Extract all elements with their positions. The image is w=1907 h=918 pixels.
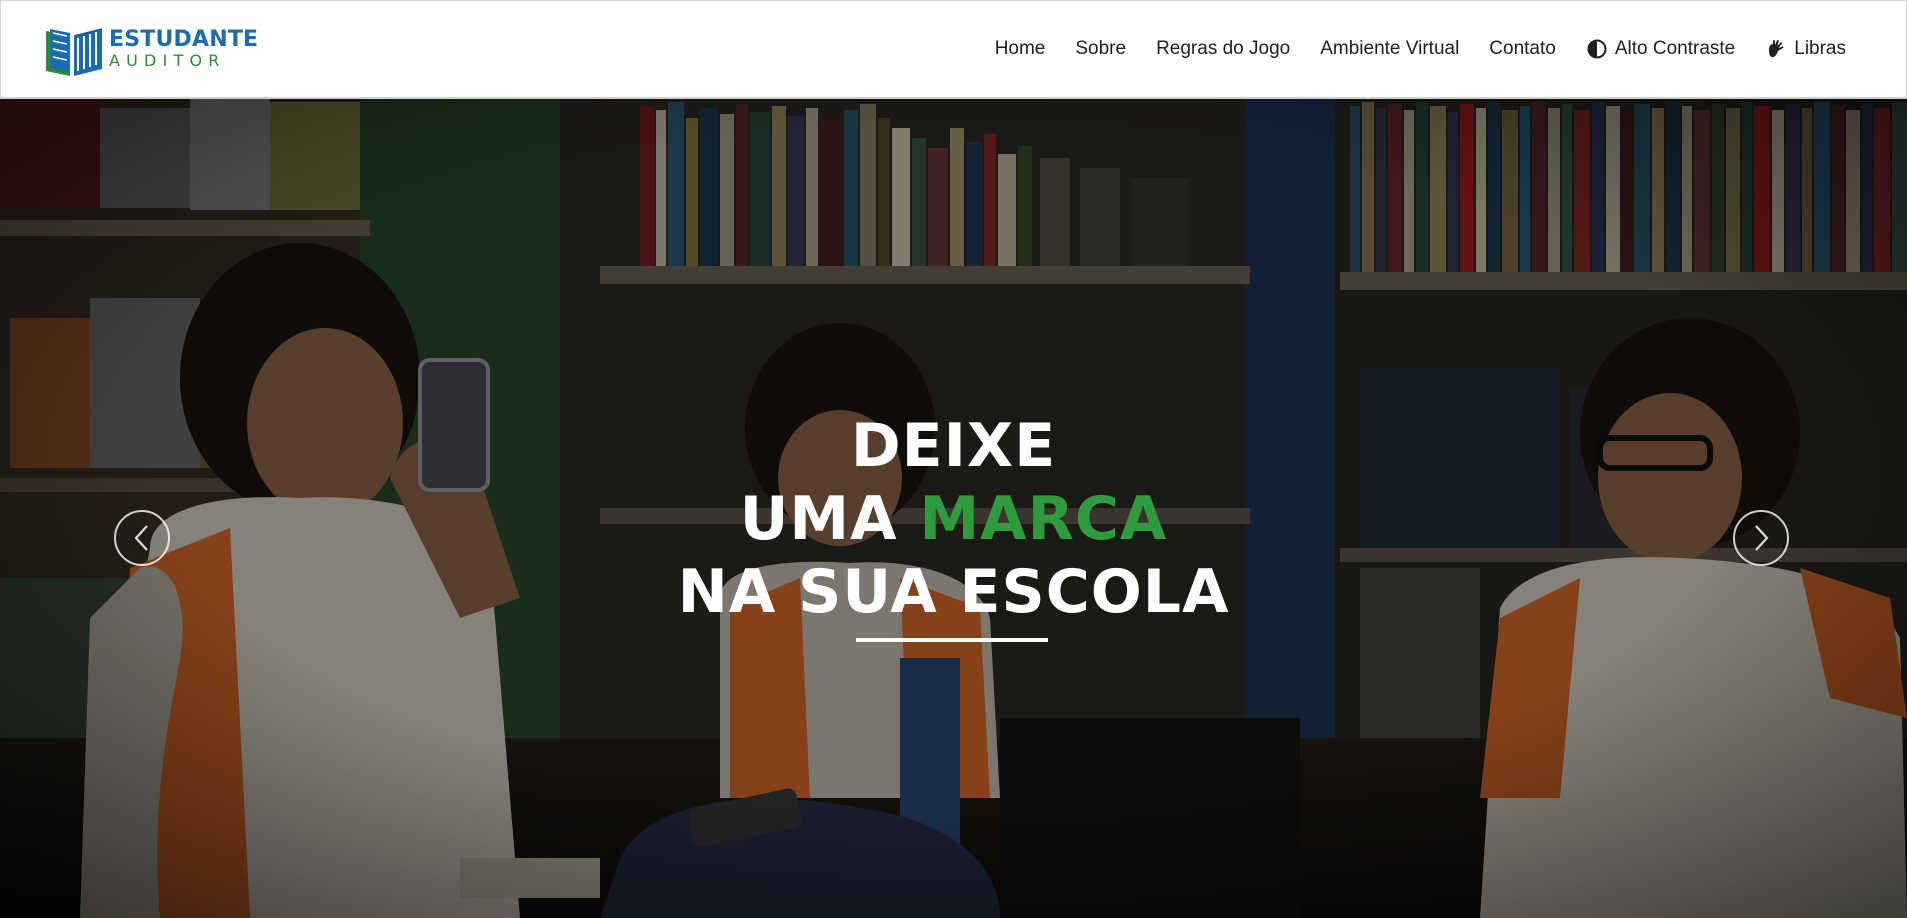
nav-home[interactable]: Home — [995, 38, 1046, 60]
carousel-next-button[interactable] — [1733, 510, 1789, 566]
hero-line-3: NA SUA ESCOLA — [677, 557, 1230, 627]
sign-language-hand-icon — [1765, 38, 1787, 60]
nav-contato[interactable]: Contato — [1489, 38, 1556, 60]
site-header: ESTUDANTE AUDITOR Home Sobre Regras do J… — [0, 0, 1907, 99]
main-nav: Home Sobre Regras do Jogo Ambiente Virtu… — [965, 1, 1846, 97]
contrast-icon — [1586, 38, 1608, 60]
site-logo[interactable]: ESTUDANTE AUDITOR — [43, 21, 258, 77]
chevron-left-icon — [134, 525, 148, 551]
alto-contraste-label: Alto Contraste — [1614, 38, 1736, 59]
nav-sobre[interactable]: Sobre — [1075, 38, 1126, 60]
libras-label: Libras — [1794, 38, 1846, 59]
nav-regras-do-jogo[interactable]: Regras do Jogo — [1156, 38, 1290, 60]
hero-line-2-accent: MARCA — [919, 484, 1168, 554]
nav-ambiente-virtual[interactable]: Ambiente Virtual — [1320, 38, 1459, 60]
carousel-prev-button[interactable] — [114, 510, 170, 566]
open-book-logo-icon — [46, 28, 103, 76]
hero-line-2-prefix: UMA — [739, 484, 898, 554]
hero-line-1: DEIXE — [850, 411, 1057, 481]
nav-libras[interactable]: Libras — [1765, 38, 1846, 60]
hero-carousel: DEIXE UMA MARCA NA SUA ESCOLA — [0, 98, 1907, 918]
logo-title: ESTUDANTE — [109, 27, 259, 52]
logo-wordmark: ESTUDANTE AUDITOR — [109, 28, 258, 70]
hero-divider — [856, 638, 1048, 642]
chevron-right-icon — [1755, 525, 1769, 551]
hero-headline: DEIXE UMA MARCA NA SUA ESCOLA — [0, 410, 1907, 629]
page: ESTUDANTE AUDITOR Home Sobre Regras do J… — [0, 0, 1907, 918]
nav-alto-contraste[interactable]: Alto Contraste — [1586, 38, 1735, 60]
logo-subtitle: AUDITOR — [109, 51, 226, 70]
hero-line-2: UMA MARCA — [0, 483, 1907, 556]
